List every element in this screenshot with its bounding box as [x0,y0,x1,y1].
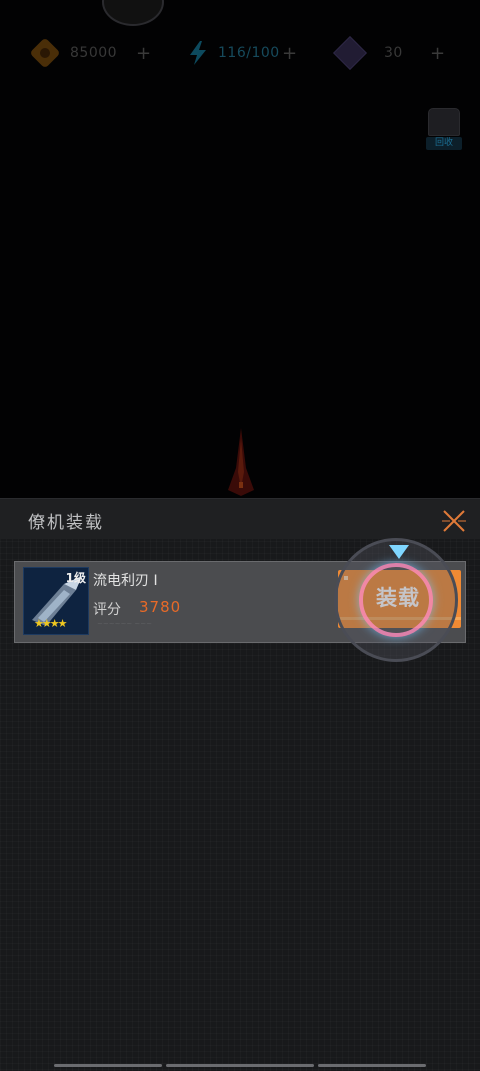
wingman-level: 1级 [65,571,86,585]
energy-value: 116/100 [218,45,280,61]
score-label: 评分 [93,602,121,618]
storage-button[interactable]: 回收 [424,104,464,150]
wingman-stars: ★★★★ [34,617,67,630]
nav-indicator-2 [166,1064,314,1067]
gem-icon [333,36,367,70]
storage-label: 回收 [426,137,462,150]
gem-counter: 30 + [333,36,445,70]
energy-add-button[interactable]: + [282,43,297,64]
equip-button-label: 装载 [376,586,420,610]
wingman-thumbnail: 1级 ★★★★ [23,567,89,635]
gold-value: 85000 [70,45,118,61]
score-value: 3780 [139,598,182,616]
gold-add-button[interactable]: + [136,43,151,64]
item-decoration-text: ~~~~~~ ~~~ [97,620,153,628]
wingman-equip-panel: 僚机装载 1级 ★★★★ 流电利刃 I 评分 3780 ~~~~~~ ~~~ 装… [0,498,480,1071]
nav-indicator-1 [54,1064,162,1067]
ship-icon [228,428,254,496]
storage-icon [428,108,460,136]
wingman-name: 流电利刃 I [93,573,158,589]
panel-title: 僚机装载 [28,513,104,533]
button-decoration [344,576,348,580]
close-icon[interactable] [440,507,468,535]
energy-counter: 116/100 + [188,38,297,68]
gold-counter: 85000 + [29,37,151,69]
pointer-arrow-icon [389,545,409,559]
game-scene: 85000 + 116/100 + 30 + 回收 [0,0,480,498]
gem-add-button[interactable]: + [430,43,445,64]
gem-value: 30 [384,45,403,61]
button-stripe [338,617,461,620]
wingman-item-card[interactable]: 1级 ★★★★ 流电利刃 I 评分 3780 ~~~~~~ ~~~ 装载 [14,561,466,643]
panel-header: 僚机装载 [0,499,480,539]
gold-coin-icon [29,37,61,69]
energy-bolt-icon [190,41,206,65]
equip-button[interactable]: 装载 [338,570,461,628]
nav-indicator-3 [318,1064,426,1067]
player-avatar[interactable] [102,0,164,26]
